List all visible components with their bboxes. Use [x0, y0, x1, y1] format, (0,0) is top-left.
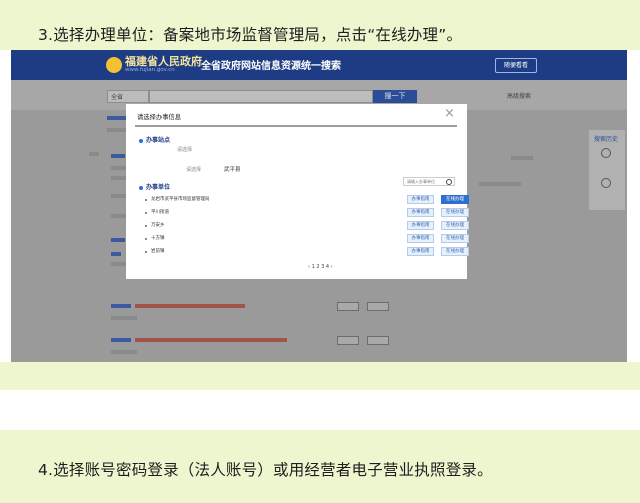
unit-row: 龙岩市武平县市场监督管理局 办事指南 在线办理	[145, 195, 469, 205]
smile-icon[interactable]	[601, 148, 611, 158]
government-emblem-icon	[106, 57, 122, 73]
result-text	[111, 316, 137, 320]
result-text	[111, 350, 137, 354]
guide-button[interactable]: 办事指南	[407, 208, 434, 217]
dialog-divider	[135, 125, 457, 127]
unit-search-input[interactable]: 请输入办事单位	[403, 177, 455, 186]
result-online-button	[367, 336, 389, 345]
bullet-icon	[145, 212, 147, 214]
select-office-dialog: 请选择办事信息 × 办事站点 请选择 请选择 武平县 办事单位 请输入办事单位 …	[126, 104, 469, 279]
online-apply-button[interactable]: 在线办理	[441, 234, 469, 243]
side-panel-title: 搜索历史	[594, 136, 619, 143]
step-4-instruction: 4.选择账号密码登录（法人账号）或用经营者电子营业执照登录。	[38, 461, 493, 479]
result-title	[111, 252, 121, 256]
location-tab-0[interactable]: 请选择	[186, 166, 201, 173]
location-tab-1[interactable]: 武平县	[224, 165, 241, 173]
result-title	[111, 154, 125, 158]
side-panel: 搜索历史	[589, 130, 625, 210]
header-title: 全省政府网站信息资源统一搜索	[201, 61, 341, 72]
step-3-band-bottom	[0, 362, 640, 390]
close-icon[interactable]: ×	[444, 106, 455, 121]
location-pin-icon	[139, 185, 143, 190]
online-apply-button[interactable]: 在线办理	[441, 195, 469, 204]
result-title	[111, 304, 131, 308]
search-input[interactable]	[149, 90, 373, 103]
result-guide-button	[337, 336, 359, 345]
unit-name: 岩前镇	[151, 249, 165, 254]
unit-name: 万安乡	[151, 223, 165, 228]
header-button[interactable]: 随便看看	[495, 58, 537, 73]
online-apply-button[interactable]: 在线办理	[441, 208, 469, 217]
unit-name: 龙岩市武平县市场监督管理局	[151, 197, 210, 202]
close-circle-icon[interactable]	[601, 178, 611, 188]
unit-row: 平川街道 办事指南 在线办理	[145, 208, 469, 218]
guide-button[interactable]: 办事指南	[407, 247, 434, 256]
result-title	[111, 338, 131, 342]
guide-button[interactable]: 办事指南	[407, 195, 434, 204]
search-icon[interactable]	[446, 179, 452, 185]
bullet-icon	[145, 199, 147, 201]
step-3-instruction: 3.选择办理单位：备案地市场监督管理局，点击“在线办理”。	[38, 26, 463, 44]
result-online-button	[367, 302, 389, 311]
unit-name: 十方镇	[151, 236, 165, 241]
website-screenshot: 福建省人民政府 www.fujian.gov.cn 全省政府网站信息资源统一搜索…	[11, 50, 627, 362]
section-location-heading: 办事站点	[139, 135, 170, 144]
site-header: 福建省人民政府 www.fujian.gov.cn 全省政府网站信息资源统一搜索…	[11, 50, 627, 80]
result-link	[135, 338, 287, 342]
step-3-band: 3.选择办理单位：备案地市场监督管理局，点击“在线办理”。	[0, 0, 640, 50]
result-meta	[89, 152, 99, 156]
search-button[interactable]: 搜一下	[373, 90, 417, 103]
guide-button[interactable]: 办事指南	[407, 234, 434, 243]
unit-row: 十方镇 办事指南 在线办理	[145, 234, 469, 244]
result-meta	[479, 182, 521, 186]
result-meta	[511, 156, 533, 160]
dialog-title: 请选择办事信息	[137, 114, 182, 121]
pagination[interactable]: ‹ 1 2 3 4 ›	[308, 264, 333, 270]
location-pin-icon	[139, 138, 143, 143]
unit-row: 万安乡 办事指南 在线办理	[145, 221, 469, 231]
location-hint: 请选择	[177, 147, 193, 153]
result-link	[135, 304, 245, 308]
unit-row: 岩前镇 办事指南 在线办理	[145, 247, 469, 257]
result-title	[111, 238, 125, 242]
bullet-icon	[145, 251, 147, 253]
result-guide-button	[337, 302, 359, 311]
bullet-icon	[145, 225, 147, 227]
site-logo-url: www.fujian.gov.cn	[125, 67, 175, 73]
scope-select[interactable]: 全省	[107, 90, 149, 103]
online-apply-button[interactable]: 在线办理	[441, 221, 469, 230]
online-apply-button[interactable]: 在线办理	[441, 247, 469, 256]
guide-button[interactable]: 办事指南	[407, 221, 434, 230]
section-unit-heading: 办事单位	[139, 182, 170, 191]
bullet-icon	[145, 238, 147, 240]
unit-name: 平川街道	[151, 210, 169, 215]
step-4-band: 4.选择账号密码登录（法人账号）或用经营者电子营业执照登录。	[0, 430, 640, 503]
advanced-search-link[interactable]: 高级搜索	[507, 91, 531, 100]
